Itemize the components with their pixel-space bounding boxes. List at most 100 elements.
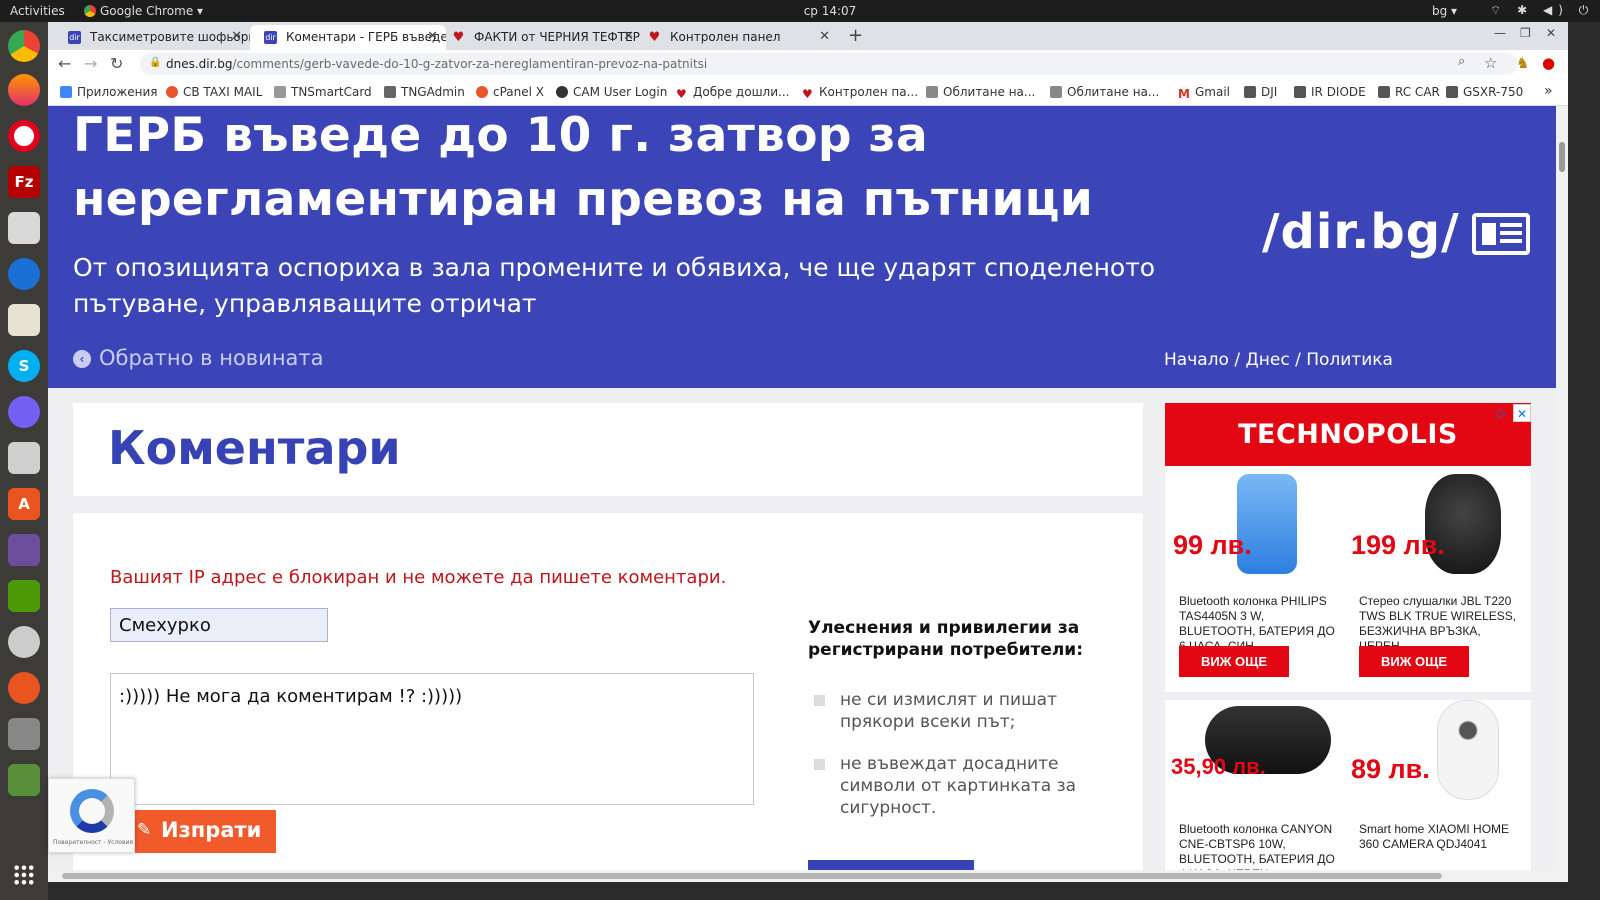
vertical-scrollbar[interactable] — [1556, 106, 1568, 870]
zoom-icon[interactable]: ⌕ — [1458, 54, 1465, 69]
tab-fakti[interactable]: ♥ ФАКТИ от ЧЕРНИЯ ТЕФТЕР ✕ — [446, 25, 642, 50]
bookmark-gmail[interactable]: M Gmail — [1178, 85, 1230, 101]
bookmark-item[interactable]: Облитане на... — [1050, 85, 1159, 99]
see-more-button[interactable]: ВИЖ ОЩЕ — [1359, 646, 1469, 677]
recaptcha-badge[interactable]: Поверителност - Условия — [48, 778, 135, 853]
see-more-button[interactable]: ВИЖ ОЩЕ — [1179, 646, 1289, 677]
ad-product[interactable]: 89 лв. Smart home XIAOMI HOME 360 CAMERA… — [1345, 700, 1525, 870]
tab-close-icon[interactable]: ✕ — [623, 29, 634, 44]
app-menu[interactable]: Google Chrome ▾ — [84, 4, 203, 18]
bookmark-item[interactable]: cPanel X — [476, 85, 544, 99]
product-price: 89 лв. — [1351, 754, 1430, 784]
address-bar[interactable]: 🔒 dnes.dir.bg/comments/gerb-vavede-do-10… — [140, 53, 1518, 75]
firefox-icon[interactable] — [8, 74, 40, 106]
newspaper-icon[interactable] — [1472, 213, 1530, 255]
clock[interactable]: ср 14:07 — [780, 4, 880, 18]
folder-icon — [1446, 86, 1458, 98]
ad-brand[interactable]: TECHNOPOLIS — [1165, 403, 1531, 466]
bookmark-item[interactable]: CAM User Login — [556, 85, 667, 99]
restore-icon[interactable]: ❐ — [1520, 26, 1531, 40]
disc-burner-icon[interactable] — [8, 626, 40, 658]
ad-info-icon[interactable]: ▷ — [1493, 404, 1511, 422]
nickname-input[interactable] — [110, 608, 328, 642]
app-menu-label: Google Chrome ▾ — [100, 4, 204, 18]
show-applications-icon[interactable] — [13, 864, 35, 886]
filezilla-icon[interactable]: Fz — [8, 166, 40, 198]
video-editor-icon[interactable] — [8, 534, 40, 566]
viber-icon[interactable] — [8, 396, 40, 428]
product-description: Smart home XIAOMI HOME 360 CAMERA QDJ404… — [1359, 822, 1510, 851]
photo-app-icon[interactable] — [8, 580, 40, 612]
tab-close-icon[interactable]: ✕ — [427, 29, 438, 44]
recaptcha-terms[interactable]: Поверителност - Условия — [53, 839, 133, 846]
scrollbar-thumb[interactable] — [1559, 142, 1565, 172]
bookmark-label: TNGAdmin — [401, 85, 465, 99]
bookmark-item[interactable]: СВ TAXI MAIL — [166, 85, 262, 99]
bookmark-label: DJI — [1261, 85, 1278, 99]
bookmark-folder[interactable]: GSXR-750 — [1446, 85, 1523, 99]
send-comment-button[interactable]: ✎ Изпрати — [125, 810, 276, 853]
activities-button[interactable]: Activities — [10, 4, 65, 18]
dir-bg-logo[interactable]: /dir.bg/ — [1262, 204, 1460, 260]
bookmark-folder[interactable]: DJI — [1244, 85, 1277, 99]
bookmark-label: GSXR-750 — [1463, 85, 1524, 99]
bookmark-folder[interactable]: IR DIODE — [1294, 85, 1366, 99]
minimize-icon[interactable]: — — [1494, 26, 1506, 40]
heart-icon: ♥ — [676, 87, 687, 101]
heart-favicon-icon: ♥ — [452, 30, 465, 45]
bookmark-apps[interactable]: Приложения — [60, 85, 158, 99]
bookmark-folder[interactable]: RC CAR — [1378, 85, 1440, 99]
register-button[interactable] — [808, 860, 974, 870]
ad-product[interactable]: 199 лв. Стерео слушалки JBL T220 TWS BLK… — [1345, 466, 1525, 686]
software-center-icon[interactable]: A — [8, 488, 40, 520]
file-manager-icon[interactable] — [8, 212, 40, 244]
ad-product[interactable]: 35,90 лв. Bluetooth колонка CANYON CNE-C… — [1165, 700, 1345, 870]
bookmark-item[interactable]: TNSmartCard — [274, 85, 372, 99]
image-icon — [274, 86, 286, 98]
technopolis-ad[interactable]: TECHNOPOLIS ▷ ✕ 99 лв. Bluetooth колонка… — [1165, 403, 1531, 870]
bookmark-label: Приложения — [77, 85, 158, 99]
bookmark-star-icon[interactable]: ☆ — [1484, 54, 1497, 72]
reload-icon[interactable]: ↻ — [110, 54, 123, 73]
dock: Fz S A — [0, 22, 48, 900]
extension-icon[interactable]: ♞ — [1516, 54, 1529, 72]
skype-icon[interactable]: S — [8, 350, 40, 382]
article-hero: ГЕРБ въведе до 10 г. затвор за нерегламе… — [48, 106, 1556, 388]
horizontal-scrollbar[interactable] — [48, 870, 1568, 882]
disk-utility-icon[interactable] — [8, 718, 40, 750]
extension-red-icon[interactable]: ● — [1542, 54, 1555, 72]
tab-taxi[interactable]: dir Таксиметровите шофьори ✕ — [54, 25, 250, 50]
new-tab-button[interactable]: + — [848, 25, 863, 46]
system-tray[interactable]: ⌔ ✱ ◀) ⏻ — [1490, 3, 1594, 18]
tab-close-icon[interactable]: ✕ — [231, 29, 242, 44]
breadcrumb[interactable]: Начало / Днес / Политика — [1164, 350, 1393, 370]
opera-icon[interactable] — [8, 120, 40, 152]
scrollbar-thumb[interactable] — [62, 873, 1442, 879]
image-viewer-icon[interactable] — [8, 764, 40, 796]
settings-icon[interactable] — [8, 672, 40, 704]
bookmark-item[interactable]: TNGAdmin — [384, 85, 465, 99]
close-window-icon[interactable]: ✕ — [1546, 26, 1556, 40]
tab-title: Коментари - ГЕРБ въведе — [286, 30, 446, 44]
back-icon[interactable]: ← — [58, 54, 71, 73]
back-link-label: Обратно в новината — [99, 346, 324, 370]
comment-textarea[interactable]: :))))) Не мога да коментирам !? :))))) — [110, 673, 754, 805]
forward-icon[interactable]: → — [84, 54, 97, 73]
ad-close-icon[interactable]: ✕ — [1513, 404, 1531, 422]
ad-product[interactable]: 99 лв. Bluetooth колонка PHILIPS TAS4405… — [1165, 466, 1345, 686]
chrome-icon[interactable] — [8, 30, 40, 62]
tab-close-icon[interactable]: ✕ — [819, 29, 830, 44]
bookmark-item[interactable]: Облитане на... — [926, 85, 1035, 99]
tab-comments[interactable]: dir Коментари - ГЕРБ въведе ✕ — [250, 25, 446, 50]
bookmark-item[interactable]: ♥ Добре дошли... — [676, 85, 789, 101]
drone-icon — [926, 86, 938, 98]
tab-control-panel[interactable]: ♥ Контролен панел ✕ — [642, 25, 838, 50]
calculator-icon[interactable] — [8, 442, 40, 474]
bookmark-label: Облитане на... — [1067, 85, 1160, 99]
rhythmbox-icon[interactable] — [8, 304, 40, 336]
bookmarks-overflow-button[interactable]: » — [1544, 83, 1553, 99]
thunderbird-icon[interactable] — [8, 258, 40, 290]
back-to-article-link[interactable]: ‹ Обратно в новината — [73, 346, 324, 370]
bookmark-item[interactable]: ♥ Контролен па... — [802, 85, 918, 101]
keyboard-layout-indicator[interactable]: bg ▾ — [1432, 4, 1457, 18]
